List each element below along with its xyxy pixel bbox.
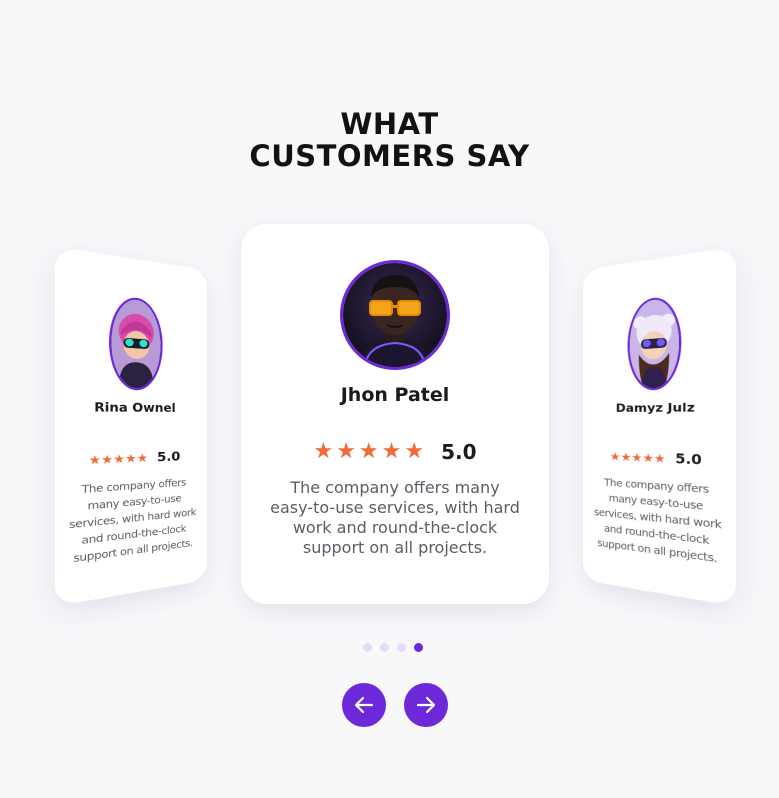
rating-row: ★★★★★ 5.0 [583,448,736,469]
star-rating-icon: ★★★★★ [88,450,149,468]
pagination-dot-3[interactable] [397,643,406,652]
star-rating-icon: ★★★★★ [313,439,428,464]
avatar-damyz-image [629,297,679,389]
avatar [627,294,682,391]
avatar-rina-image [111,297,161,389]
carousel-pagination [363,643,423,652]
avatar [109,294,163,391]
rating-score: 5.0 [675,451,702,468]
rating-row: ★★★★★ 5.0 [241,439,549,464]
rating-score: 5.0 [441,439,477,464]
star-rating-icon: ★★★★★ [609,449,666,466]
reviewer-name: Rina Ownel [94,400,176,415]
arrow-right-icon [416,696,436,714]
rating-row: ★★★★★ 5.0 [55,448,207,469]
avatar [340,260,450,370]
testimonial-card-right[interactable]: Damyz Julz ★★★★★ 5.0 The company offers … [583,246,736,607]
testimonial-card-left[interactable]: Rina Ownel ★★★★★ 5.0 The company offers … [54,246,208,607]
reviewer-name: Damyz Julz [615,400,695,415]
testimonial-carousel: Rina Ownel ★★★★★ 5.0 The company offers … [0,0,779,798]
pagination-dot-4[interactable] [414,643,423,652]
avatar-jhon-image [343,263,447,367]
pagination-dot-1[interactable] [363,643,372,652]
pagination-dot-2[interactable] [380,643,389,652]
testimonial-quote: The company offers many easy-to-use serv… [593,477,722,566]
rating-score: 5.0 [157,448,181,465]
testimonial-card-active[interactable]: Jhon Patel ★★★★★ 5.0 The company offers … [241,224,549,604]
reviewer-name: Jhon Patel [340,384,450,406]
arrow-left-icon [354,696,374,714]
previous-button[interactable] [342,683,386,727]
testimonial-quote: The company offers many easy-to-use serv… [270,478,520,557]
next-button[interactable] [404,683,448,727]
testimonial-quote: The company offers many easy-to-use serv… [69,477,197,566]
